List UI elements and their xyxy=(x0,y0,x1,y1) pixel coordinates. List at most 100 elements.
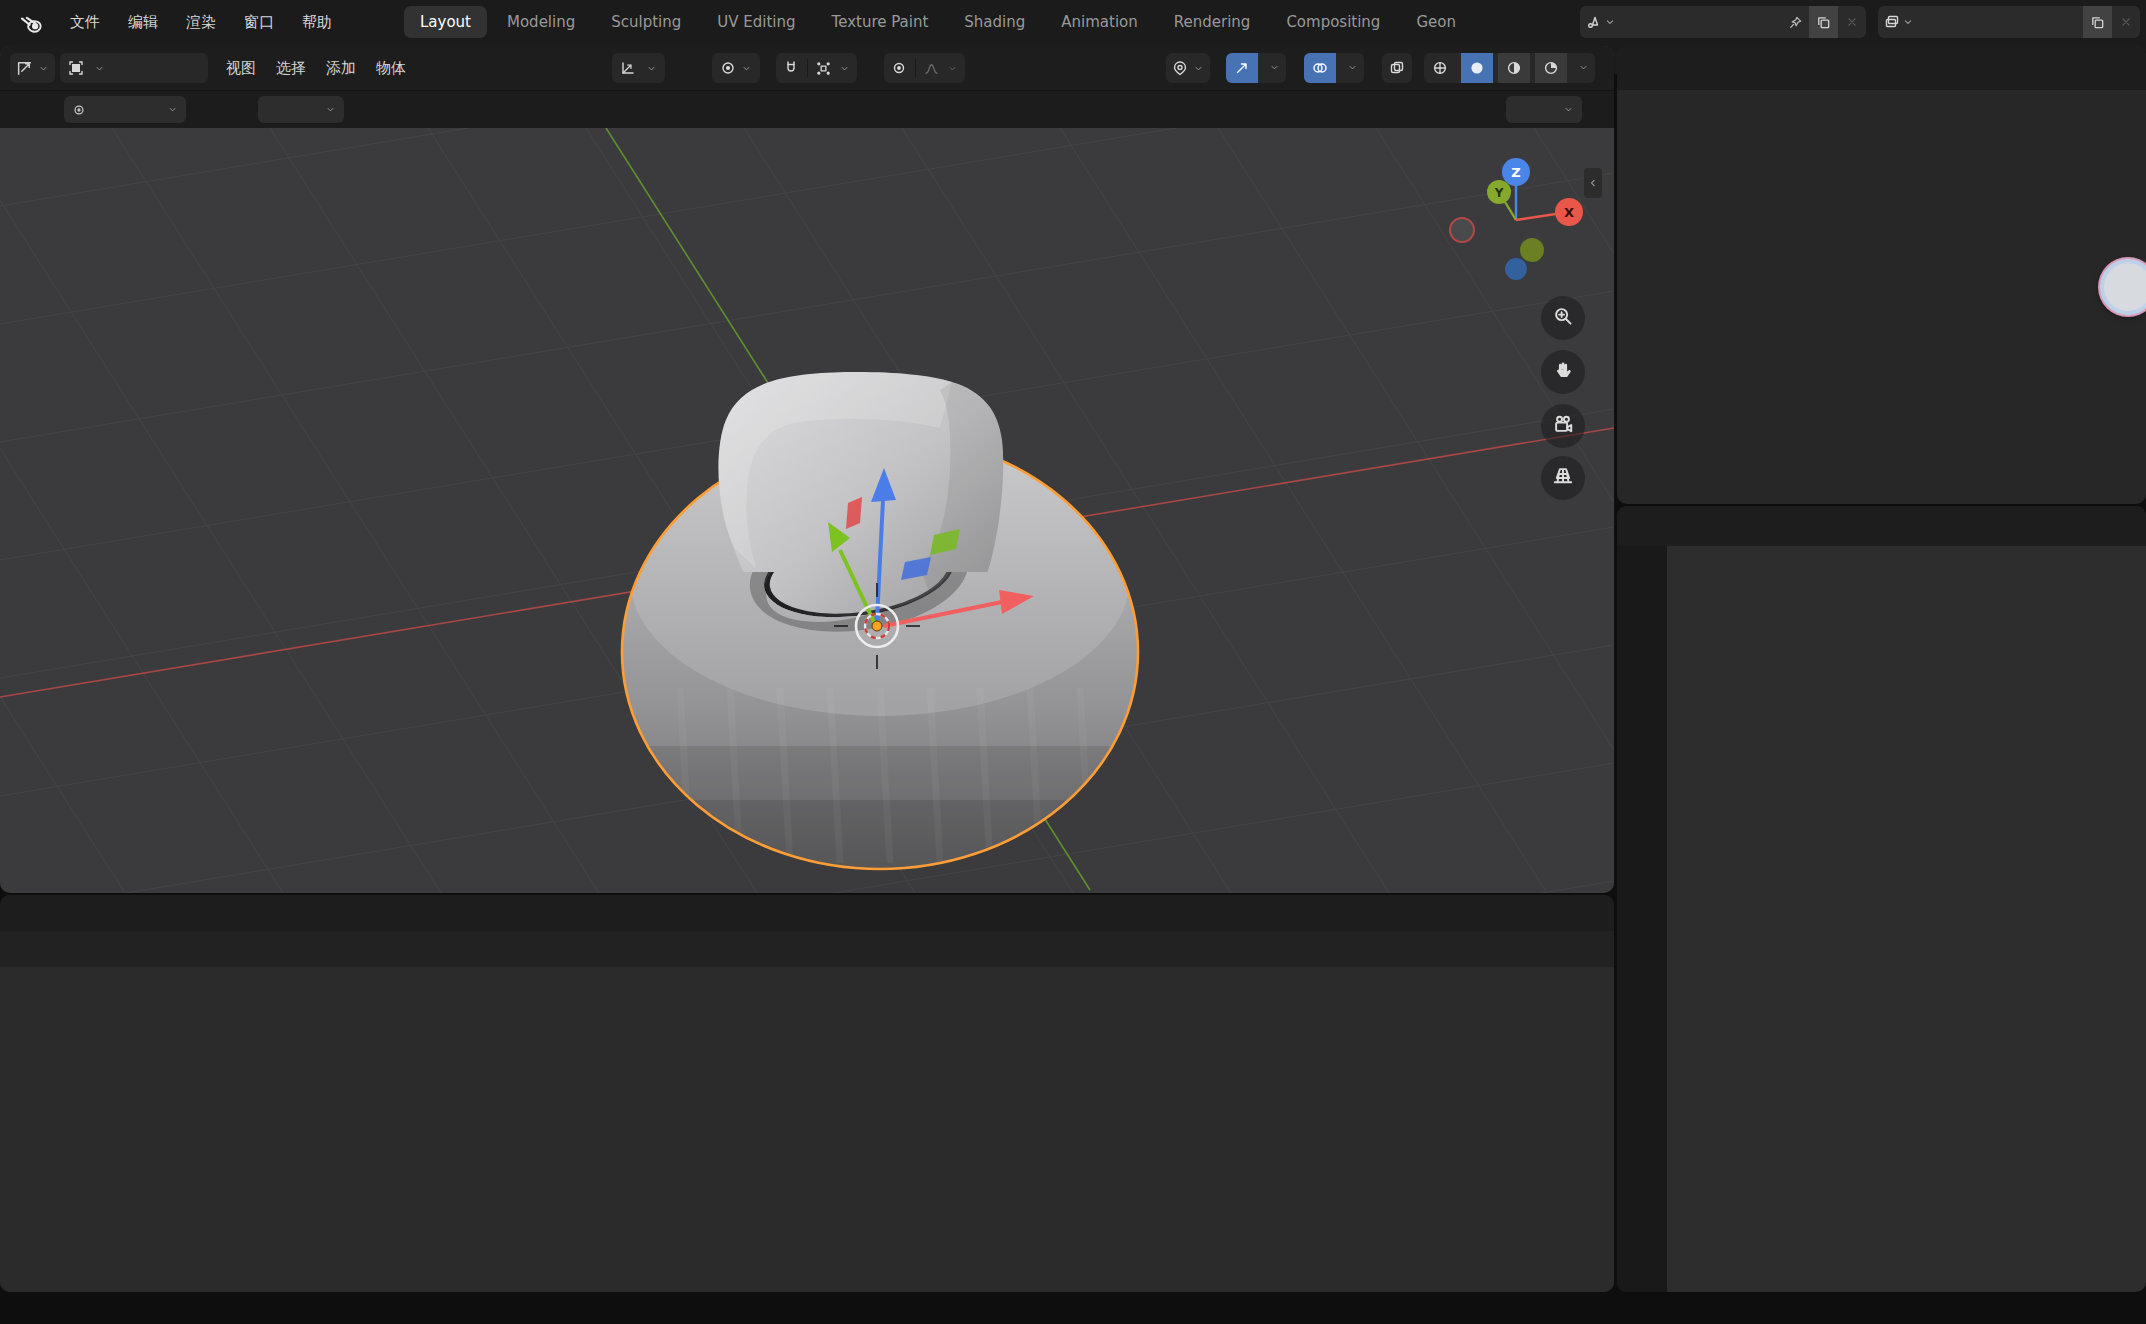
viewport-menu-2[interactable]: 添加 xyxy=(316,46,366,90)
chevron-down-icon xyxy=(167,104,178,115)
timeline-editor xyxy=(0,895,1614,1292)
viewlayer-selector[interactable] xyxy=(1878,6,2140,38)
shading-rendered-icon[interactable] xyxy=(1543,60,1559,76)
duplicate-icon[interactable] xyxy=(2090,15,2105,30)
workspace-tab-texture-paint[interactable]: Texture Paint xyxy=(816,6,945,38)
shading-group[interactable] xyxy=(1424,53,1595,83)
outliner-header xyxy=(1617,46,2146,90)
chevron-down-icon xyxy=(1269,62,1280,73)
falloff-icon[interactable] xyxy=(924,61,939,76)
chevron-left-icon xyxy=(1587,177,1599,189)
pin-icon[interactable] xyxy=(1788,15,1803,30)
pivot-point-icon xyxy=(720,60,736,76)
object-visibility-icon xyxy=(1172,60,1188,76)
viewport-menu-3[interactable]: 物体 xyxy=(366,46,416,90)
workspace-tab-compositing[interactable]: Compositing xyxy=(1270,6,1396,38)
chevron-down-icon xyxy=(1563,104,1574,115)
snap-target-icon[interactable] xyxy=(816,61,831,76)
chevron-down-icon xyxy=(325,104,336,115)
duplicate-icon[interactable] xyxy=(1816,15,1831,30)
workspace-tab-animation[interactable]: Animation xyxy=(1045,6,1153,38)
visibility-dropdown[interactable] xyxy=(1166,53,1210,83)
workspace-tab-geon[interactable]: Geon xyxy=(1400,6,1472,38)
editor-3d-view-icon xyxy=(16,60,33,77)
svg-text:Y: Y xyxy=(1494,186,1504,200)
camera-view-button[interactable] xyxy=(1552,413,1574,439)
pan-icon xyxy=(1552,359,1574,381)
show-gizmo-icon[interactable] xyxy=(1234,60,1250,76)
orientation-icon xyxy=(620,60,636,76)
viewport-canvas[interactable]: ZY X xyxy=(0,128,1614,893)
svg-text:X: X xyxy=(1564,205,1574,220)
toggle-ortho-button[interactable] xyxy=(1552,465,1574,491)
gizmo-group[interactable] xyxy=(1226,53,1286,83)
outliner-editor xyxy=(1617,46,2146,504)
workspace-tab-layout[interactable]: Layout xyxy=(404,6,487,38)
toggle-xray-icon xyxy=(1389,60,1405,76)
sidebar-collapse-tab[interactable] xyxy=(1584,168,1602,198)
timeline-header xyxy=(0,895,1614,931)
viewlayer-icon xyxy=(1884,14,1900,30)
viewport-editor: ZY X 视图选择添加物体 xyxy=(0,46,1614,893)
direction-dropdown[interactable] xyxy=(64,96,186,123)
scene-icon xyxy=(1586,14,1602,30)
topbar-menu-1[interactable]: 编辑 xyxy=(114,0,172,44)
viewport-menu-0[interactable]: 视图 xyxy=(216,46,266,90)
timeline-ruler[interactable] xyxy=(0,931,1614,967)
camera-view-icon xyxy=(1552,413,1574,435)
workspace-tabs: LayoutModelingSculptingUV EditingTexture… xyxy=(404,6,1572,38)
scene-3d: ZY X xyxy=(0,128,1614,893)
pan-button[interactable] xyxy=(1552,359,1574,385)
toggle-ortho-icon xyxy=(1552,465,1574,487)
properties-content xyxy=(1667,546,2146,1292)
topbar-menu-3[interactable]: 窗口 xyxy=(230,0,288,44)
pivot-dropdown[interactable] xyxy=(712,53,760,83)
viewport-menu-1[interactable]: 选择 xyxy=(266,46,316,90)
chevron-down-icon xyxy=(1604,16,1616,28)
chevron-down-icon xyxy=(38,63,49,74)
chevron-down-icon xyxy=(947,63,958,74)
scene-name[interactable] xyxy=(1622,6,1782,38)
snap-magnet-icon[interactable] xyxy=(783,60,799,76)
nav-gizmo[interactable]: ZY X xyxy=(1450,158,1583,280)
orientation-dropdown[interactable] xyxy=(612,53,665,83)
editor-type-button[interactable] xyxy=(10,53,55,83)
topbar-menu-0[interactable]: 文件 xyxy=(56,0,114,44)
xray-toggle[interactable] xyxy=(1382,53,1412,83)
chevron-down-icon xyxy=(1578,62,1589,73)
workspace-tab-modeling[interactable]: Modeling xyxy=(491,6,591,38)
workspace-tab-uv-editing[interactable]: UV Editing xyxy=(701,6,811,38)
shading-wireframe-icon[interactable] xyxy=(1432,60,1448,76)
chevron-down-icon xyxy=(839,63,850,74)
properties-header xyxy=(1617,506,2146,546)
proportional-editing-icon[interactable] xyxy=(891,60,907,76)
shading-material-icon[interactable] xyxy=(1506,60,1522,76)
chevron-down-icon xyxy=(1347,62,1358,73)
unlink-icon[interactable] xyxy=(1845,15,1859,29)
mode-dropdown[interactable] xyxy=(60,53,208,83)
show-overlays-icon[interactable] xyxy=(1312,60,1328,76)
zoom-button[interactable] xyxy=(1552,305,1574,331)
svg-text:Z: Z xyxy=(1511,165,1520,180)
properties-tabs xyxy=(1617,546,1667,1292)
snap-group[interactable] xyxy=(776,53,857,83)
chevron-down-icon xyxy=(94,63,105,74)
chevron-down-icon xyxy=(1193,63,1204,74)
scene-selector[interactable] xyxy=(1580,6,1866,38)
workspace-tab-rendering[interactable]: Rendering xyxy=(1158,6,1267,38)
remove-icon[interactable] xyxy=(2119,15,2133,29)
tool-settings-bar xyxy=(0,90,1614,128)
overlays-group[interactable] xyxy=(1304,53,1364,83)
zoom-icon xyxy=(1552,305,1574,327)
drag-dropdown[interactable] xyxy=(258,96,344,123)
workspace-tab-sculpting[interactable]: Sculpting xyxy=(595,6,697,38)
shading-solid-icon[interactable] xyxy=(1469,60,1485,76)
options-dropdown[interactable] xyxy=(1506,96,1582,123)
chevron-down-icon xyxy=(741,63,752,74)
topbar-menu-2[interactable]: 渲染 xyxy=(172,0,230,44)
timeline-tracks[interactable] xyxy=(0,967,1614,1292)
viewlayer-name[interactable] xyxy=(1920,6,2083,38)
workspace-tab-shading[interactable]: Shading xyxy=(948,6,1041,38)
topbar-menu-4[interactable]: 帮助 xyxy=(288,0,346,44)
proportional-group[interactable] xyxy=(884,53,965,83)
